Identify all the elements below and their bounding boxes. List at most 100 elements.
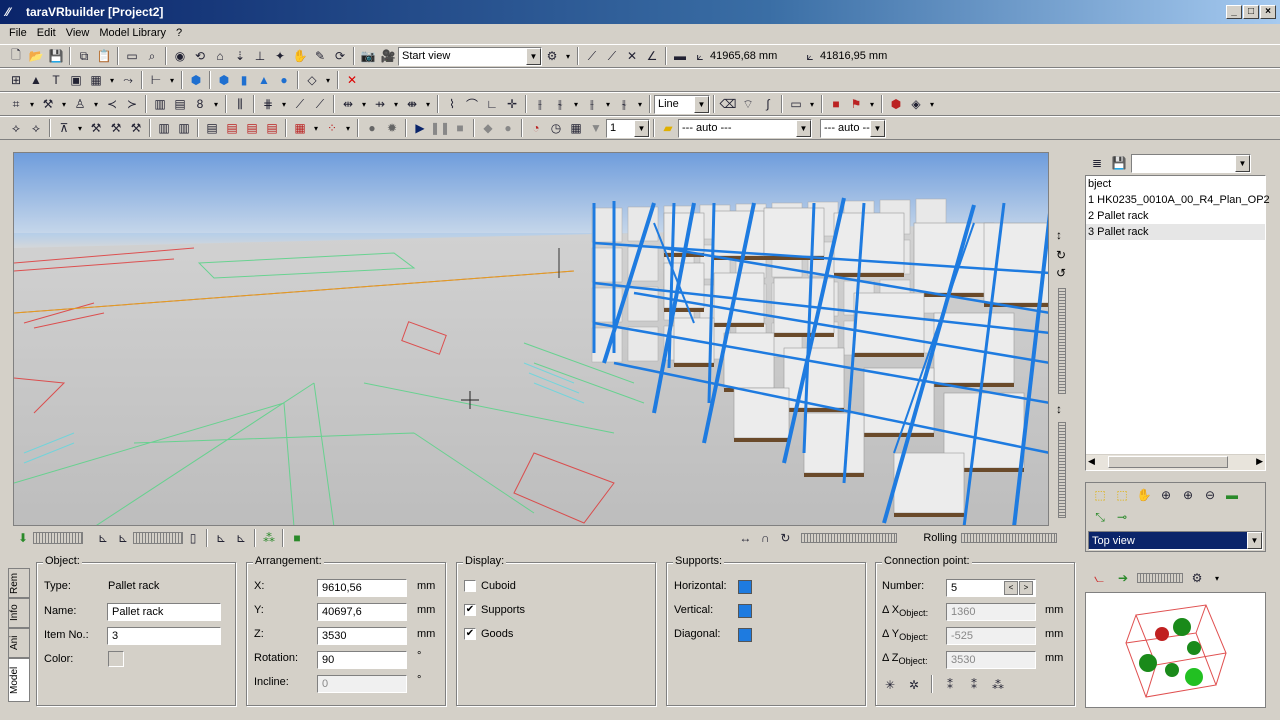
auto-select-2[interactable]: --- auto --- ▼: [820, 118, 886, 138]
chevron-down-icon[interactable]: ▼: [870, 119, 885, 137]
chevron-down-icon[interactable]: ▾: [310, 118, 322, 138]
chevron-down-icon[interactable]: ▼: [694, 95, 709, 113]
paste-icon[interactable]: 📋: [94, 46, 114, 66]
tab-rem[interactable]: Rem: [8, 568, 30, 598]
z-input[interactable]: 3530: [317, 627, 407, 645]
maximize-button[interactable]: □: [1243, 5, 1259, 19]
chevron-down-icon[interactable]: ▾: [90, 94, 102, 114]
conveyor-icon[interactable]: ≺: [102, 94, 122, 114]
rack-red-2-icon[interactable]: ▤: [242, 118, 262, 138]
menu-file[interactable]: File: [4, 27, 32, 39]
tree-item-selected[interactable]: 3 Pallet rack: [1086, 224, 1265, 240]
walk-icon[interactable]: ⇣: [230, 46, 250, 66]
grid-icon[interactable]: ▦: [86, 70, 106, 90]
slider-2[interactable]: [133, 532, 183, 544]
chevron-down-icon[interactable]: ▼: [1235, 154, 1250, 172]
supports-checkbox[interactable]: ✔: [464, 604, 476, 616]
stairs-icon[interactable]: ⟋: [290, 94, 310, 114]
shelf-icon[interactable]: ▥: [150, 94, 170, 114]
properties-icon[interactable]: ⊞: [6, 70, 26, 90]
tag-icon[interactable]: ▣: [66, 70, 86, 90]
rotate-ccw-icon[interactable]: ↺: [1056, 266, 1066, 280]
rack-icon[interactable]: ▤: [202, 118, 222, 138]
ruler-icon[interactable]: ▬: [670, 46, 690, 66]
diagonal-color-swatch[interactable]: [738, 628, 752, 642]
chevron-down-icon[interactable]: ▾: [166, 70, 178, 90]
dimension-icon[interactable]: ⊢: [146, 70, 166, 90]
chevron-down-icon[interactable]: ▼: [526, 47, 541, 65]
zoom-out-icon[interactable]: ⊖: [1200, 485, 1220, 505]
preview-slider[interactable]: [1137, 573, 1183, 583]
menu-edit[interactable]: Edit: [32, 27, 61, 39]
spin-left-icon[interactable]: <: [1004, 581, 1018, 595]
rotation-input[interactable]: 90: [317, 651, 407, 669]
line-tool-2-icon[interactable]: ⟋: [602, 46, 622, 66]
chevron-down-icon[interactable]: ▾: [422, 94, 434, 114]
menu-model-library[interactable]: Model Library: [94, 27, 171, 39]
camera-icon[interactable]: 📷: [358, 46, 378, 66]
marker-icon[interactable]: ■: [826, 94, 846, 114]
chevron-down-icon[interactable]: ▾: [926, 94, 938, 114]
stop-icon[interactable]: ■: [450, 118, 470, 138]
select-2-icon[interactable]: ⬚: [1112, 485, 1132, 505]
hook-icon[interactable]: ⌔: [738, 94, 758, 114]
item-number-input[interactable]: 3: [107, 627, 221, 645]
zoom-slider[interactable]: [1058, 288, 1066, 394]
spin-right-icon[interactable]: >: [1019, 581, 1033, 595]
rack-red-3-icon[interactable]: ▤: [262, 118, 282, 138]
rail-3-icon[interactable]: ⫲: [582, 94, 602, 114]
shelf-2-icon[interactable]: ▤: [170, 94, 190, 114]
cross-icon[interactable]: ✕: [622, 46, 642, 66]
chevron-down-icon[interactable]: ▾: [570, 94, 582, 114]
point-down-icon[interactable]: ⁑: [964, 675, 984, 695]
color-picker[interactable]: [108, 651, 124, 667]
play-icon[interactable]: ▶: [410, 118, 430, 138]
pipe-bend-icon[interactable]: ⌒: [462, 94, 482, 114]
list-icon[interactable]: ≣: [1087, 153, 1107, 173]
incline-input[interactable]: 0: [317, 675, 407, 693]
chevron-down-icon[interactable]: ▾: [866, 94, 878, 114]
sphere-icon[interactable]: ●: [274, 70, 294, 90]
dz-input[interactable]: 3530: [946, 651, 1036, 669]
arc-icon[interactable]: ∩: [755, 528, 775, 548]
cylinder-icon[interactable]: ▮: [234, 70, 254, 90]
angle-icon[interactable]: ∠: [642, 46, 662, 66]
axis-e-icon[interactable]: ⊾: [211, 528, 231, 548]
network-icon[interactable]: ⁂: [259, 528, 279, 548]
chevron-down-icon[interactable]: ▾: [322, 70, 334, 90]
green-square-icon[interactable]: ■: [287, 528, 307, 548]
table-icon[interactable]: ▦: [566, 118, 586, 138]
align-3-icon[interactable]: ⇼: [402, 94, 422, 114]
dots-icon[interactable]: ⁘: [322, 118, 342, 138]
view-select[interactable]: Start view ▼: [398, 46, 542, 66]
chevron-down-icon[interactable]: ▼: [796, 119, 811, 137]
pause-icon[interactable]: ❚❚: [430, 118, 450, 138]
height-icon[interactable]: ↕: [1056, 402, 1062, 416]
flag-icon[interactable]: ⚑: [846, 94, 866, 114]
chevron-down-icon[interactable]: ▾: [358, 94, 370, 114]
person-icon[interactable]: ♙: [70, 94, 90, 114]
gate-icon[interactable]: ⫼: [230, 94, 250, 114]
height-slider[interactable]: [1058, 422, 1066, 518]
line-tool-icon[interactable]: ⟋: [582, 46, 602, 66]
timer-icon[interactable]: ◔: [526, 118, 546, 138]
tab-ani[interactable]: Ani: [8, 628, 30, 658]
tree-filter-select[interactable]: ▼: [1131, 153, 1251, 173]
measure-icon[interactable]: ⊥: [250, 46, 270, 66]
new-file-icon[interactable]: 🗋: [6, 46, 26, 66]
rotate-cw-icon[interactable]: ↻: [1056, 248, 1066, 262]
record-icon[interactable]: ●: [362, 118, 382, 138]
axis-w-icon[interactable]: ⊾: [93, 528, 113, 548]
chevron-down-icon[interactable]: ▾: [278, 94, 290, 114]
pipe-angle-icon[interactable]: ∟: [482, 94, 502, 114]
step-icon[interactable]: ◆: [478, 118, 498, 138]
arrow-right-icon[interactable]: ➔: [1113, 568, 1133, 588]
chevron-down-icon[interactable]: ▾: [210, 94, 222, 114]
chevron-down-icon[interactable]: ▾: [74, 118, 86, 138]
escalator-icon[interactable]: ⟋: [310, 94, 330, 114]
vertical-color-swatch[interactable]: [738, 604, 752, 618]
forklift-icon[interactable]: ⚒: [38, 94, 58, 114]
horizontal-color-swatch[interactable]: [738, 580, 752, 594]
zoom-in-icon[interactable]: ⊕: [1178, 485, 1198, 505]
chevron-down-icon[interactable]: ▾: [602, 94, 614, 114]
